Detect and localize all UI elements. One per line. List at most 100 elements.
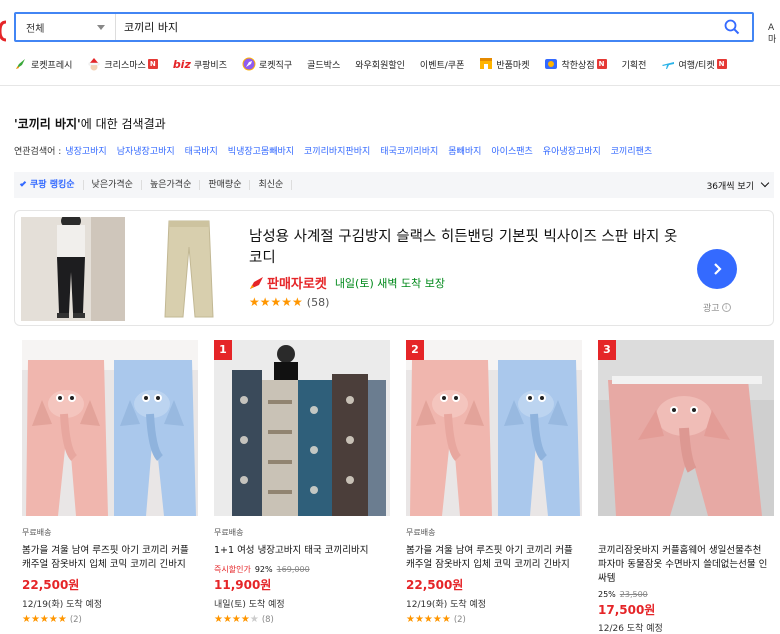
product-image[interactable]: [22, 340, 198, 516]
product-price: 11,900원: [214, 578, 272, 592]
sort-bar: 쿠팡 랭킹순 낮은가격순 높은가격순 판매량순 최신순 36개씩 보기: [14, 172, 774, 198]
product-image[interactable]: [598, 340, 774, 516]
coupang-logo[interactable]: [0, 20, 6, 42]
discount-percent: 92%: [254, 565, 273, 574]
ad-product-image[interactable]: [137, 217, 241, 321]
top-bar: 전체 A 마: [0, 0, 780, 52]
right-edge-line2: 마: [768, 35, 777, 45]
star-rating-icon: ★★★★★: [214, 614, 259, 625]
right-edge-line1: A: [768, 23, 775, 33]
search-box: 전체: [14, 12, 754, 42]
ad-rating: ★★★★★ (58): [249, 295, 329, 309]
new-badge: N: [147, 59, 158, 69]
instant-discount-label: 즉시할인가: [214, 565, 251, 574]
category-select[interactable]: 전체: [16, 14, 116, 40]
nav-item-label: 골드박스: [307, 60, 341, 71]
related-keyword[interactable]: 태국코끼리바지: [380, 144, 438, 157]
ad-model-image[interactable]: [21, 217, 125, 321]
nav-item-return-market[interactable]: 반품마켓: [479, 57, 529, 71]
ad-title[interactable]: 남성용 사계절 구김방지 슬랙스 히든밴딩 기본핏 빅사이즈 스판 바지 옷 코…: [249, 227, 679, 269]
product-rating: ★★★★★ (8): [214, 614, 274, 625]
nav-item-label: 기획전: [621, 60, 647, 71]
biz-icon: biz: [172, 57, 191, 71]
category-select-value: 전체: [26, 23, 45, 35]
related-keyword[interactable]: 코끼리팬츠: [611, 144, 652, 157]
view-count-select[interactable]: 36개씩 보기: [706, 178, 770, 192]
view-count-label: 36개씩 보기: [706, 181, 754, 192]
product-name[interactable]: 코끼리잠옷바지 커플홈웨어 생일선물추천 파자마 동물잠옷 수면바지 쓸데없는선…: [598, 544, 768, 586]
related-keyword[interactable]: 아이스팬츠: [491, 144, 532, 157]
sort-ranking[interactable]: 쿠팡 랭킹순: [19, 180, 84, 190]
nav-item-label: 로켓직구: [258, 60, 293, 71]
original-price: 169,000: [276, 565, 310, 574]
nav-item-event-coupon[interactable]: 이벤트/쿠폰: [420, 58, 464, 71]
nav-item-label: 로켓프레시: [31, 60, 73, 71]
nav-item-exhibition[interactable]: 기획전: [622, 58, 647, 71]
nav-divider: [0, 85, 780, 86]
sort-high-price[interactable]: 높은가격순: [142, 180, 201, 190]
product-price: 17,500원: [598, 603, 656, 617]
related-keyword[interactable]: 코끼리바지판바지: [304, 144, 370, 157]
related-keyword[interactable]: 남자냉장고바지: [117, 144, 175, 157]
product-name[interactable]: 봄가을 겨울 남여 루즈핏 아기 코끼리 커플 캐주얼 잠옷바지 입체 코믹 코…: [406, 544, 576, 572]
product-image[interactable]: [406, 340, 582, 516]
santa-icon: [87, 57, 101, 71]
nav-item-rocket-fresh[interactable]: 로켓프레시: [14, 57, 72, 71]
product-name[interactable]: 1+1 여성 냉장고바지 태국 코끼리바지: [214, 544, 384, 558]
ad-label-text: 광고: [703, 304, 720, 314]
product-price: 22,500원: [22, 578, 80, 592]
ad-delivery: 판매자로켓 내일(토) 새벽 도착 보장: [249, 273, 445, 292]
sort-low-price[interactable]: 낮은가격순: [84, 180, 142, 190]
nav-item-rocket-global[interactable]: 로켓직구: [242, 57, 292, 71]
related-keyword[interactable]: 냉장고바지: [65, 144, 106, 157]
seller-rocket-label: 판매자로켓: [267, 277, 327, 292]
search-icon: [724, 19, 740, 35]
rank-badge: 1: [214, 340, 232, 360]
store-icon: [544, 57, 558, 71]
search-button[interactable]: [712, 14, 752, 40]
related-keyword[interactable]: 빅냉장고몸빼바지: [228, 144, 294, 157]
product-name[interactable]: 봄가을 겨울 남여 루즈핏 아기 코끼리 커플 캐주얼 잠옷바지 입체 코믹 코…: [22, 544, 192, 572]
sort-sales[interactable]: 판매량순: [200, 180, 251, 190]
search-input[interactable]: [116, 14, 712, 40]
rank-badge: 3: [598, 340, 616, 360]
ad-next-button[interactable]: [697, 249, 737, 289]
related-keyword[interactable]: 태국바지: [185, 144, 218, 157]
airplane-icon: [661, 57, 675, 71]
new-badge: N: [596, 59, 607, 69]
nav-item-christmas[interactable]: 크리스마스 N: [87, 57, 158, 71]
rocket-global-icon: [242, 57, 256, 71]
check-icon: [19, 180, 27, 187]
nav-item-wow-discount[interactable]: 와우회원할인: [355, 58, 405, 71]
related-keyword[interactable]: 유아냉장고바지: [543, 144, 601, 157]
delivery-date: 12/26 도착 예정: [598, 624, 663, 634]
nav-item-label: 크리스마스: [104, 60, 146, 71]
review-count: (58): [306, 295, 330, 309]
result-query: '코끼리 바지': [14, 117, 81, 131]
original-price: 23,500: [619, 590, 648, 599]
ad-label[interactable]: 광고 i: [703, 301, 731, 314]
sponsored-ad[interactable]: 남성용 사계절 구김방지 슬랙스 히든밴딩 기본핏 빅사이즈 스판 바지 옷 코…: [14, 210, 774, 326]
product-rating: ★★★★★ (2): [22, 614, 82, 625]
rocket-icon: [250, 276, 263, 289]
nav-item-label: 와우회원할인: [355, 60, 405, 71]
star-rating-icon: ★★★★★: [406, 614, 451, 625]
star-rating-icon: ★★★★★: [249, 295, 303, 309]
nav-item-good-store[interactable]: 착한상점 N: [544, 57, 607, 71]
nav-item-coupang-biz[interactable]: biz 쿠팡비즈: [173, 58, 227, 71]
delivery-date: 12/19(화) 도착 예정: [406, 600, 487, 610]
nav-item-goldbox[interactable]: 골드박스: [307, 58, 340, 71]
product-image[interactable]: [214, 340, 390, 516]
free-shipping-label: 무료배송: [406, 528, 436, 537]
arrival-guarantee: 내일(토) 새벽 도착 보장: [334, 276, 445, 290]
discount-info: 즉시할인가 92% 169,000: [214, 564, 310, 575]
star-rating-icon: ★★★★★: [22, 614, 67, 625]
review-count: (2): [69, 614, 82, 625]
info-icon: i: [721, 303, 731, 312]
review-count: (2): [453, 614, 466, 625]
header-right-cut[interactable]: A 마: [768, 22, 780, 46]
nav-item-travel-ticket[interactable]: 여행/티켓 N: [661, 57, 727, 71]
product-price: 22,500원: [406, 578, 464, 592]
sort-newest[interactable]: 최신순: [250, 180, 293, 190]
related-keyword[interactable]: 몸빼바지: [448, 144, 481, 157]
